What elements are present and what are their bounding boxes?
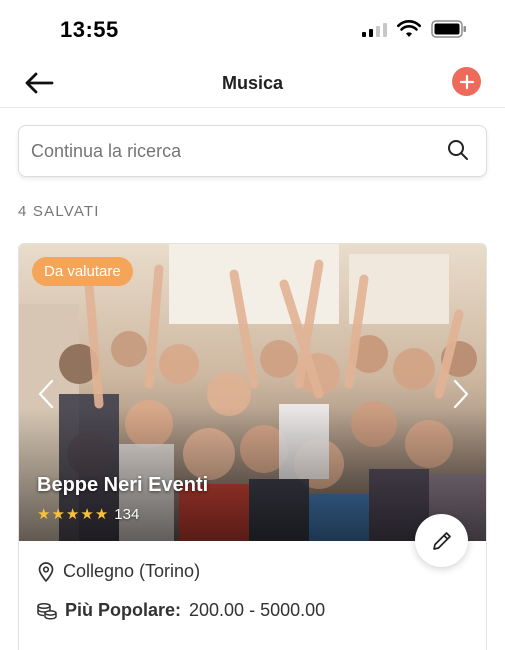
search-input[interactable] [31, 126, 431, 176]
cellular-signal-icon [362, 21, 387, 37]
price-label: Più Popolare: [65, 600, 182, 620]
search-box[interactable] [18, 125, 487, 177]
star-icon: ★ [94, 505, 109, 523]
rating: ★ ★ ★ ★ ★ 134 [37, 506, 139, 523]
chevron-left-icon [38, 379, 54, 409]
page-title: Musica [221, 73, 284, 93]
star-icon: ★ [37, 505, 51, 523]
location-row: Collegno (Torino) [37, 561, 200, 582]
coins-icon [37, 602, 57, 620]
vendor-name[interactable]: Beppe Neri Eventi [37, 474, 208, 497]
star-icon: ★ [65, 505, 80, 523]
search-icon[interactable] [446, 138, 470, 162]
status-bar: 13:55 [0, 0, 505, 60]
saved-count: 4 SALVATI [18, 203, 100, 220]
star-icon: ★ [51, 505, 65, 523]
next-photo-button[interactable] [446, 374, 476, 414]
battery-icon [431, 20, 466, 38]
star-icon: ★ [80, 505, 94, 523]
price-row: Più Popolare: 200.00 - 5000.00 [37, 600, 325, 621]
status-time: 13:55 [60, 17, 119, 42]
price-range: 200.00 - 5000.00 [189, 600, 326, 620]
status-icons [362, 20, 467, 38]
status-badge: Da valutare [32, 257, 133, 286]
plus-icon [459, 74, 474, 89]
chevron-right-icon [453, 379, 469, 409]
edit-note-button[interactable] [415, 514, 468, 567]
vendor-photo[interactable]: Da valutare Beppe Neri Eventi ★ ★ ★ ★ ★ 134 [19, 244, 486, 541]
wifi-icon [397, 20, 421, 37]
nav-bar: Musica [0, 60, 505, 108]
vendor-card[interactable]: Da valutare Beppe Neri Eventi ★ ★ ★ ★ ★ 134 … [18, 243, 487, 650]
add-button[interactable] [452, 67, 481, 96]
review-count: 134 [114, 506, 140, 523]
star-rating: ★ ★ ★ ★ ★ [37, 505, 109, 523]
pencil-icon [432, 531, 451, 550]
previous-photo-button[interactable] [31, 374, 61, 414]
location-text: Collegno (Torino) [63, 561, 201, 581]
location-pin-icon [38, 561, 54, 582]
